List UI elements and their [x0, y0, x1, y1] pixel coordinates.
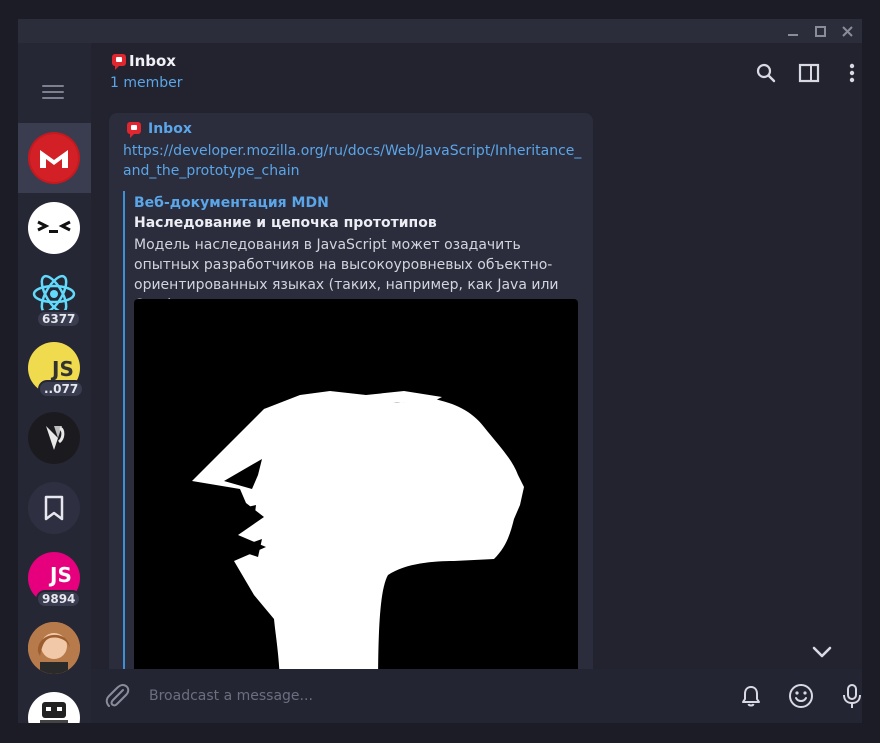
person-photo-icon: [28, 622, 80, 674]
smile-icon: [789, 684, 813, 708]
toggle-side-panel-button[interactable]: [795, 59, 823, 87]
chat-header: Inbox 1 member: [91, 43, 862, 103]
chat-item-js-pink[interactable]: JS 9894: [18, 543, 91, 613]
vs-avatar: [28, 412, 80, 464]
chat-item-mail[interactable]: [18, 123, 91, 193]
minimize-icon: [788, 34, 798, 36]
side-panel-icon: [798, 63, 820, 83]
chat-item-react[interactable]: 6377: [18, 263, 91, 333]
message-bubble: Inbox https://developer.mozilla.org/ru/d…: [109, 113, 593, 669]
notifications-button[interactable]: [737, 682, 765, 710]
chat-item-robot[interactable]: [18, 683, 91, 723]
more-vertical-icon: [849, 63, 855, 83]
inbox-author-icon: [127, 122, 141, 138]
maximize-icon: [814, 25, 826, 37]
search-button[interactable]: [752, 59, 780, 87]
maximize-button[interactable]: [807, 19, 833, 43]
close-icon: [841, 25, 853, 37]
chat-item-person[interactable]: [18, 613, 91, 683]
preview-image[interactable]: [134, 299, 578, 669]
chat-item-saved-messages[interactable]: [18, 473, 91, 543]
bookmark-icon: [44, 495, 64, 521]
chat-list-sidebar: 6377 JS ..077 JS 9894: [18, 43, 91, 723]
unread-badge: ..077: [38, 380, 85, 398]
message-composer: [91, 669, 862, 723]
close-button[interactable]: [834, 19, 860, 43]
robot-icon: [40, 702, 68, 723]
attach-button[interactable]: [103, 682, 131, 710]
face-icon: [37, 220, 71, 233]
paperclip-icon: [105, 683, 130, 707]
menu-icon-line: [42, 97, 64, 99]
member-count[interactable]: 1 member: [110, 75, 183, 91]
emoji-button[interactable]: [787, 682, 815, 710]
robot-avatar: [28, 692, 80, 723]
hamburger-menu-button[interactable]: [38, 83, 70, 103]
vs-logo-icon: [46, 426, 65, 450]
mail-logo-icon: [30, 134, 78, 182]
search-icon: [756, 63, 776, 83]
app-window: 6377 JS ..077 JS 9894 Inbox 1 member Inb…: [18, 19, 862, 723]
unread-badge: 6377: [36, 310, 82, 328]
message-area: Inbox https://developer.mozilla.org/ru/d…: [91, 103, 862, 669]
unread-badge: 9894: [36, 590, 82, 608]
chat-item-vs[interactable]: [18, 403, 91, 473]
svg-text:JS: JS: [48, 563, 72, 587]
scroll-to-bottom-button[interactable]: [807, 639, 837, 665]
more-options-button[interactable]: [838, 59, 862, 87]
mdn-dinosaur-logo-icon: [192, 391, 524, 669]
message-link[interactable]: https://developer.mozilla.org/ru/docs/We…: [123, 141, 583, 181]
preview-site-name: Веб-документация MDN: [134, 195, 329, 211]
face-avatar: [28, 202, 80, 254]
menu-icon-line: [42, 91, 64, 93]
bell-icon: [742, 686, 760, 707]
chat-item-js[interactable]: JS ..077: [18, 333, 91, 403]
menu-icon: [42, 85, 64, 87]
message-author[interactable]: Inbox: [148, 121, 192, 137]
title-bar: [18, 19, 862, 43]
saved-messages-avatar: [28, 482, 80, 534]
message-input[interactable]: [149, 685, 629, 707]
microphone-icon: [843, 684, 861, 708]
preview-title: Наследование и цепочка прототипов: [134, 215, 437, 231]
chat-title[interactable]: Inbox: [129, 52, 176, 70]
inbox-chat-icon: [112, 54, 126, 70]
chat-item-face[interactable]: [18, 193, 91, 263]
chevron-down-icon: [812, 646, 832, 658]
person-avatar: [28, 622, 80, 674]
voice-message-button[interactable]: [838, 682, 862, 710]
mail-avatar: [28, 132, 80, 184]
svg-text:JS: JS: [50, 357, 74, 381]
link-preview[interactable]: Веб-документация MDN Наследование и цепо…: [123, 191, 579, 669]
minimize-button[interactable]: [780, 19, 806, 43]
